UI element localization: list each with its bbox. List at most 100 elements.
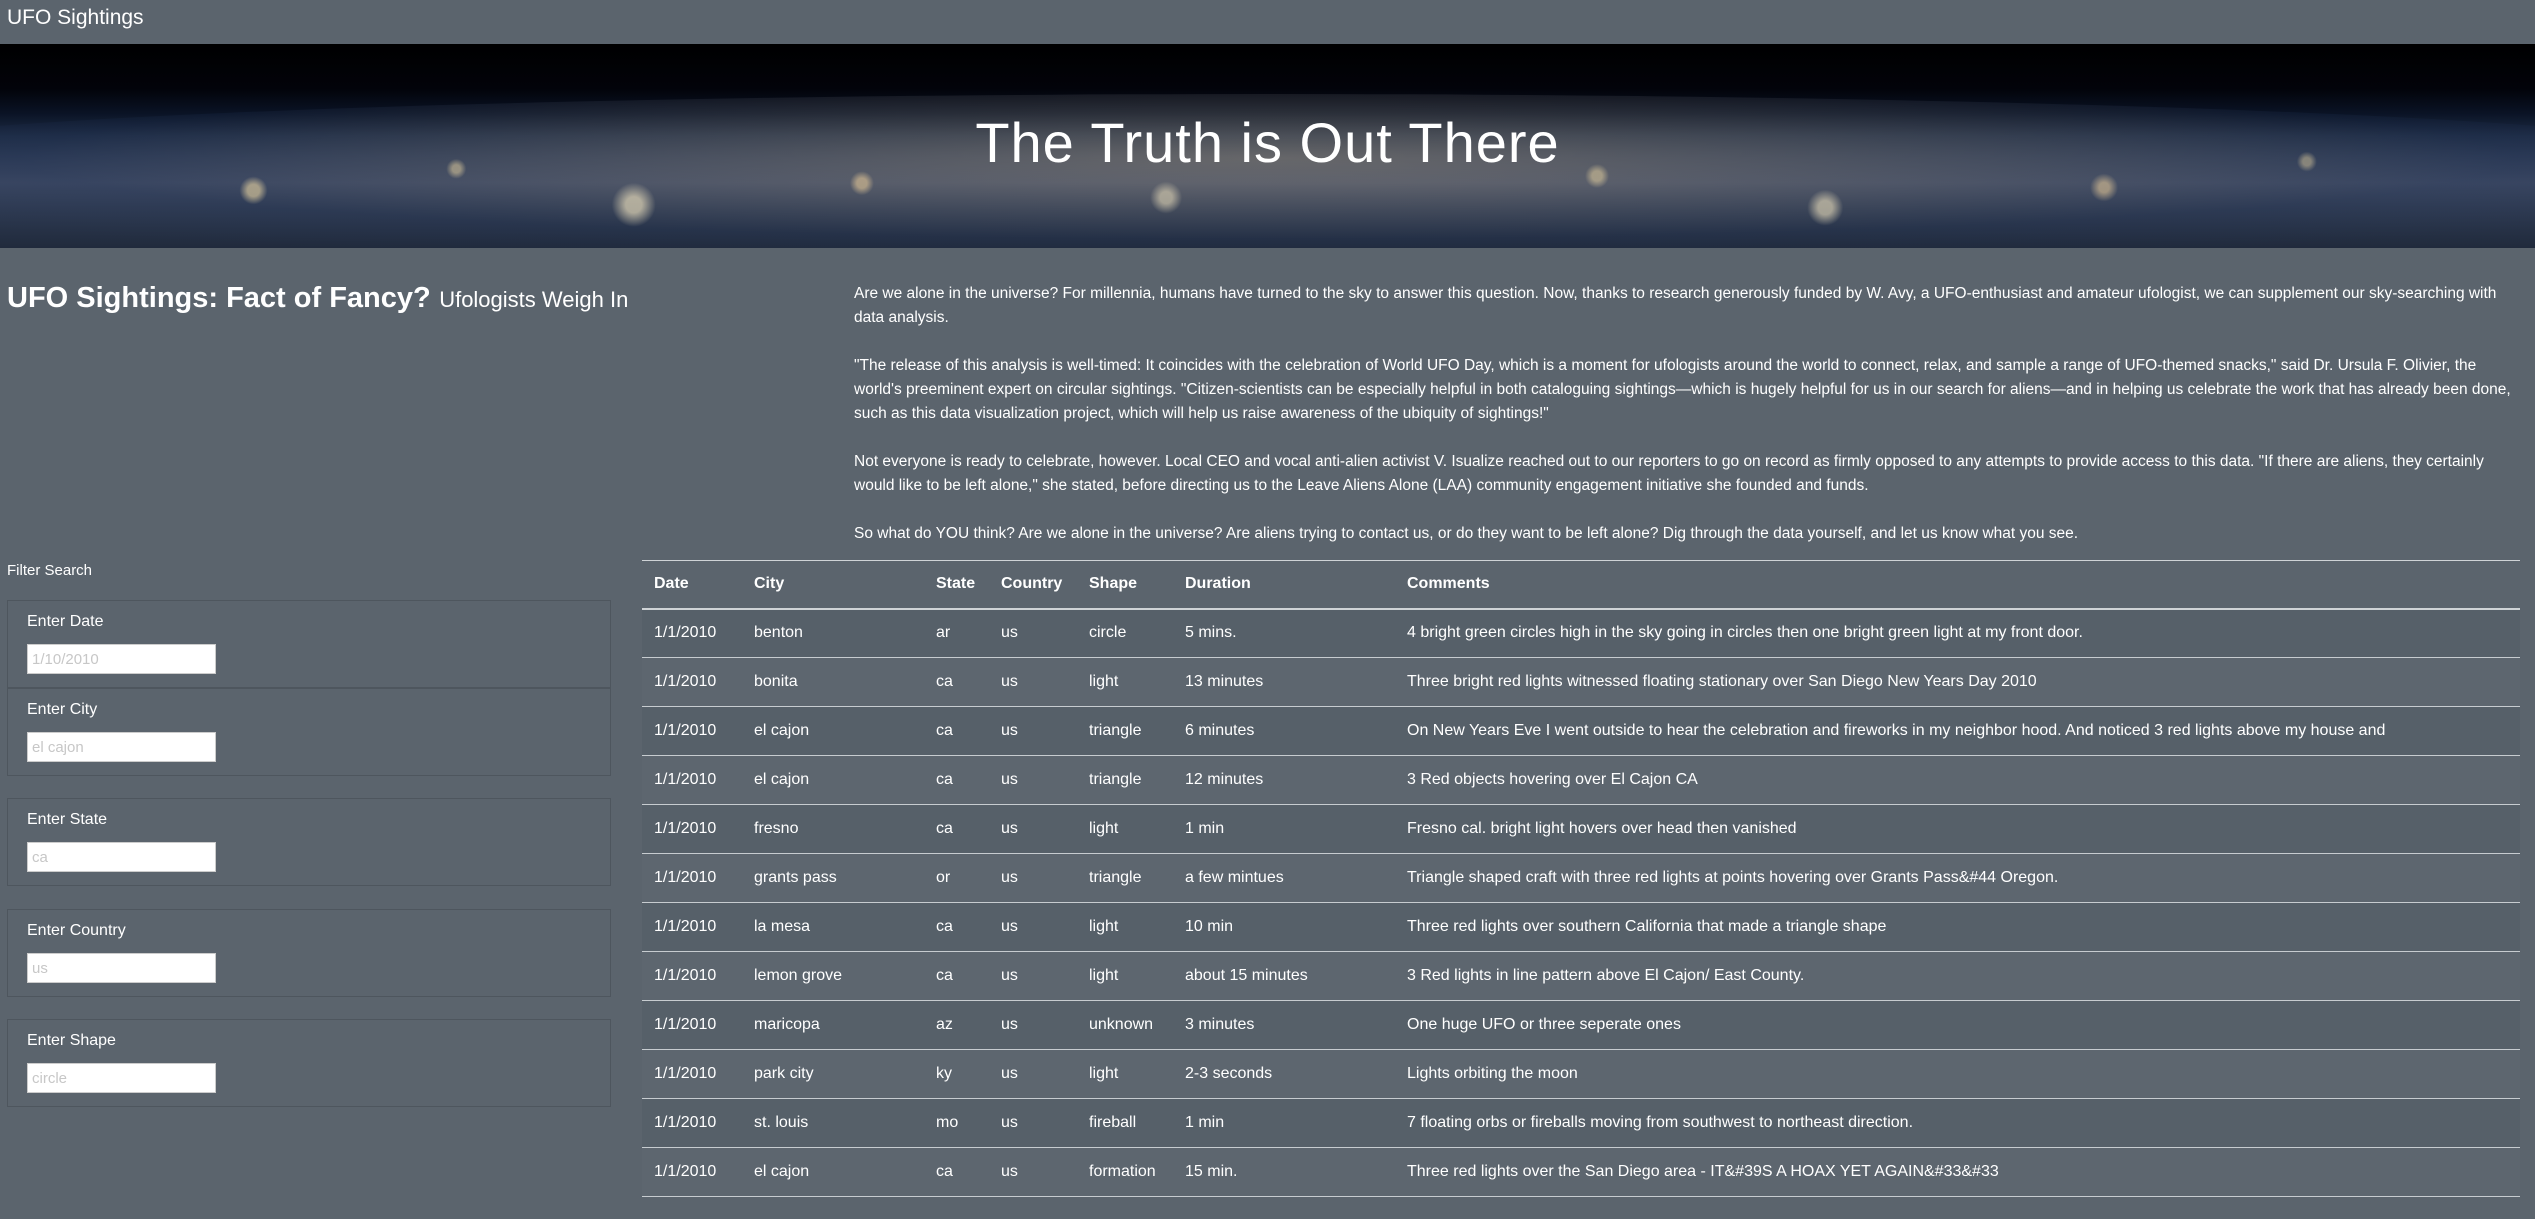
cell-date: 1/1/2010 [642,755,742,805]
cell-duration: about 15 minutes [1173,951,1395,1001]
shape-filter: Enter Shape [7,1019,611,1107]
cell-shape: formation [1077,1147,1173,1197]
cell-duration: a few mintues [1173,853,1395,903]
city-filter: Enter City [7,688,611,776]
cell-comments: Triangle shaped craft with three red lig… [1395,853,2520,903]
cell-state: or [924,853,989,903]
cell-shape: circle [1077,608,1173,658]
cell-country: us [989,1049,1077,1099]
cell-date: 1/1/2010 [642,1147,742,1197]
cell-state: ca [924,1147,989,1197]
cell-date: 1/1/2010 [642,706,742,756]
date-filter: Enter Date [7,600,611,688]
cell-date: 1/1/2010 [642,902,742,952]
cell-date: 1/1/2010 [642,1000,742,1050]
cell-city: st. louis [742,1098,924,1148]
cell-comments: Fresno cal. bright light hovers over hea… [1395,804,2520,854]
table-row: 1/1/2010 el cajon ca us triangle 6 minutes On … [642,706,2520,756]
article-paragraph: So what do YOU think? Are we alone in th… [854,525,2079,542]
table-row: 1/1/2010 la mesa ca us light 10 min Three red … [642,902,2520,952]
cell-shape: light [1077,657,1173,707]
cell-comments: Three bright red lights witnessed floati… [1395,657,2520,707]
table-row: 1/1/2010 lemon grove ca us light about 15 min… [642,951,2520,1001]
brand-link[interactable]: UFO Sightings [7,6,144,30]
table-row: 1/1/2010 grants pass or us triangle a few min… [642,853,2520,903]
cell-duration: 13 minutes [1173,657,1395,707]
date-input[interactable] [27,644,216,674]
shape-filter-label: Enter Shape [27,1032,116,1049]
state-input[interactable] [27,842,216,872]
country-input[interactable] [27,953,216,983]
cell-city: el cajon [742,706,924,756]
article-headline: UFO Sightings: Fact of Fancy? Ufologists… [7,282,628,315]
country-filter-label: Enter Country [27,922,126,939]
table-row: 1/1/2010 bonita ca us light 13 minutes Three b… [642,657,2520,707]
table-row: 1/1/2010 st. louis mo us fireball 1 min 7 floa… [642,1098,2520,1148]
cell-date: 1/1/2010 [642,608,742,658]
cell-comments: On New Years Eve I went outside to hear … [1395,706,2520,756]
cell-country: us [989,657,1077,707]
cell-state: ca [924,951,989,1001]
ufo-table-container: Date City State Country Shape Duration Comment… [642,560,2520,1219]
cell-state: az [924,1000,989,1050]
cell-date: 1/1/2010 [642,951,742,1001]
shape-input[interactable] [27,1063,216,1093]
hero-banner: The Truth is Out There [0,44,2535,248]
cell-state: ar [924,608,989,658]
cell-country: us [989,804,1077,854]
cell-country: us [989,1000,1077,1050]
cell-date: 1/1/2010 [642,1049,742,1099]
table-header: Date City State Country Shape Duration Comment… [642,560,2520,610]
cell-duration: 3 minutes [1173,1000,1395,1050]
cell-shape: unknown [1077,1000,1173,1050]
table-row: 1/1/2010 benton ar us circle 5 mins. 4 bright … [642,608,2520,658]
cell-country: us [989,706,1077,756]
city-filter-label: Enter City [27,701,98,718]
cell-city: benton [742,608,924,658]
article-paragraph: Are we alone in the universe? For millen… [854,285,2497,326]
city-input[interactable] [27,732,216,762]
cell-comments: Lights orbiting the moon [1395,1049,2520,1099]
cell-state: ca [924,706,989,756]
navbar: UFO Sightings [0,0,2535,44]
cell-state: mo [924,1098,989,1148]
cell-comments: 4 bright green circles high in the sky g… [1395,608,2520,658]
cell-country: us [989,1147,1077,1197]
cell-country: us [989,755,1077,805]
cell-state: ca [924,755,989,805]
cell-city: lemon grove [742,951,924,1001]
cell-country: us [989,951,1077,1001]
article-body: Are we alone in the universe? For millen… [854,282,2522,570]
column-header-state: State [924,560,989,610]
column-header-date: Date [642,560,742,610]
headline-sub: Ufologists Weigh In [439,287,629,312]
cell-country: us [989,1098,1077,1148]
cell-comments: One huge UFO or three seperate ones [1395,1000,2520,1050]
column-header-city: City [742,560,924,610]
cell-city: el cajon [742,1147,924,1197]
cell-city: maricopa [742,1000,924,1050]
cell-shape: light [1077,902,1173,952]
cell-city: bonita [742,657,924,707]
country-filter: Enter Country [7,909,611,997]
cell-duration: 5 mins. [1173,608,1395,658]
cell-duration: 15 min. [1173,1147,1395,1197]
filter-search-title: Filter Search [7,562,93,579]
cell-shape: light [1077,1049,1173,1099]
cell-duration: 2-3 seconds [1173,1049,1395,1099]
headline-main: UFO Sightings: Fact of Fancy? [7,282,431,314]
cell-shape: light [1077,951,1173,1001]
cell-state: ca [924,902,989,952]
cell-country: us [989,608,1077,658]
cell-date: 1/1/2010 [642,853,742,903]
cell-date: 1/1/2010 [642,657,742,707]
table-row: 1/1/2010 el cajon ca us formation 15 min. Thre… [642,1147,2520,1197]
cell-comments: 7 floating orbs or fireballs moving from… [1395,1098,2520,1148]
column-header-duration: Duration [1173,560,1395,610]
cell-country: us [989,853,1077,903]
cell-duration: 12 minutes [1173,755,1395,805]
cell-city: fresno [742,804,924,854]
cell-date: 1/1/2010 [642,1098,742,1148]
cell-comments: Three red lights over southern Californi… [1395,902,2520,952]
cell-duration: 6 minutes [1173,706,1395,756]
